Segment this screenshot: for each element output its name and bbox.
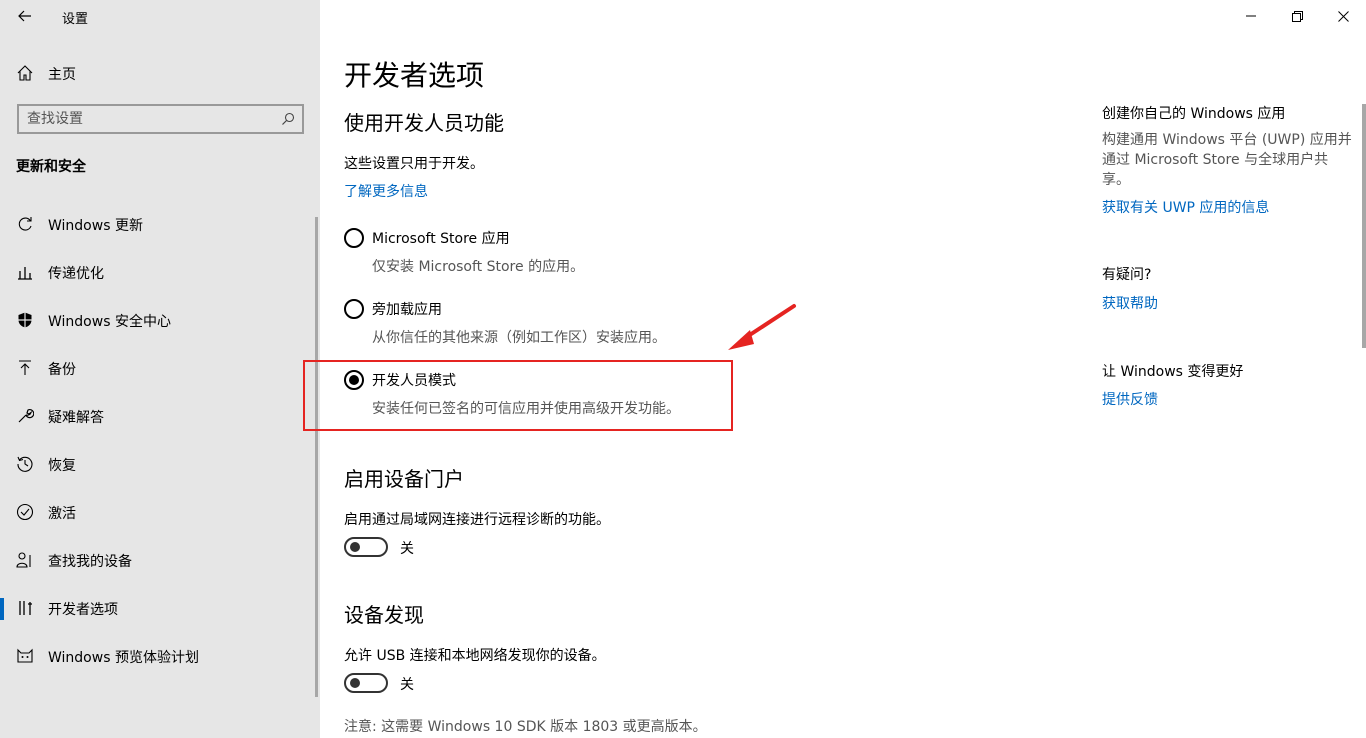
shield-icon — [18, 312, 32, 328]
give-feedback-link[interactable]: 提供反馈 — [1102, 389, 1158, 409]
annotation-arrow-icon — [728, 304, 796, 350]
radio-button[interactable] — [344, 299, 364, 319]
sidebar-item-label: Windows 更新 — [48, 218, 143, 234]
toggle-knob — [350, 678, 360, 688]
main-scrollbar[interactable] — [1362, 104, 1366, 348]
sidebar-item-activation[interactable]: 激活 — [0, 488, 320, 536]
back-button[interactable] — [12, 4, 38, 28]
radio-label: 旁加载应用 — [372, 302, 442, 318]
delivery-optimization-icon — [18, 267, 32, 280]
sidebar-scrollbar[interactable] — [315, 217, 318, 697]
checkmark-circle-icon — [16, 503, 34, 521]
create-apps-text: 构建通用 Windows 平台 (UWP) 应用并通过 Microsoft St… — [1102, 132, 1352, 188]
get-help-link[interactable]: 获取帮助 — [1102, 293, 1158, 313]
history-icon — [17, 456, 33, 472]
device-portal-description: 启用通过局域网连接进行远程诊断的功能。 — [344, 512, 610, 528]
section-title: 更新和安全 — [16, 159, 86, 175]
device-portal-toggle-row: 关 — [344, 537, 544, 559]
sidebar-item-backup[interactable]: 备份 — [0, 344, 320, 392]
device-discovery-description: 允许 USB 连接和本地网络发现你的设备。 — [344, 648, 606, 664]
device-discovery-toggle[interactable] — [344, 673, 388, 693]
sidebar-item-label: 开发者选项 — [48, 602, 118, 618]
sidebar-item-label: 查找我的设备 — [48, 554, 132, 570]
back-arrow-icon — [18, 10, 31, 22]
sdk-note: 注意: 这需要 Windows 10 SDK 版本 1803 或更高版本。 — [344, 719, 707, 735]
toggle-state-label: 关 — [400, 541, 414, 557]
sidebar-item-troubleshoot[interactable]: 疑难解答 — [0, 392, 320, 440]
device-discovery-heading: 设备发现 — [344, 603, 424, 627]
question-heading: 有疑问? — [1102, 267, 1152, 283]
sidebar-item-delivery-optimization[interactable]: 传递优化 — [0, 248, 320, 296]
feedback-heading: 让 Windows 变得更好 — [1102, 364, 1244, 380]
active-indicator — [0, 598, 4, 620]
sidebar-item-home-label: 主页 — [48, 67, 76, 83]
create-apps-heading: 创建你自己的 Windows 应用 — [1102, 106, 1286, 122]
device-discovery-toggle-row: 关 — [344, 673, 544, 695]
sidebar-item-security-center[interactable]: Windows 安全中心 — [0, 296, 320, 344]
search-icon[interactable] — [281, 112, 295, 126]
dev-features-heading: 使用开发人员功能 — [344, 111, 504, 135]
annotation-highlight-box — [303, 360, 733, 431]
nav-list: Windows 更新 传递优化 Windows 安全中心 备份 疑难解答 恢复 — [0, 200, 320, 680]
main-content: 开发者选项 使用开发人员功能 这些设置只用于开发。 了解更多信息 Microso… — [303, 0, 1366, 738]
sidebar-item-label: 激活 — [48, 506, 76, 522]
sidebar-item-label: 疑难解答 — [48, 410, 104, 426]
sidebar-item-label: 备份 — [48, 362, 76, 378]
radio-button[interactable] — [344, 228, 364, 248]
uwp-info-link[interactable]: 获取有关 UWP 应用的信息 — [1102, 197, 1269, 217]
dev-features-description: 这些设置只用于开发。 — [344, 156, 484, 172]
wrench-icon — [18, 409, 34, 423]
app-title: 设置 — [62, 12, 89, 27]
sidebar-item-label: 传递优化 — [48, 266, 104, 282]
radio-label: Microsoft Store 应用 — [372, 231, 510, 247]
device-portal-heading: 启用设备门户 — [344, 467, 464, 491]
settings-window: 设置 主页 更新和安全 Windows 更新 传递优化 Windows 安全中心 — [0, 0, 1366, 738]
sidebar-item-windows-update[interactable]: Windows 更新 — [0, 200, 320, 248]
toggle-state-label: 关 — [400, 677, 414, 693]
developer-tools-icon — [19, 601, 32, 615]
radio-option-sideload-apps[interactable]: 旁加载应用 从你信任的其他来源（例如工作区）安装应用。 — [344, 296, 724, 352]
radio-option-store-apps[interactable]: Microsoft Store 应用 仅安装 Microsoft Store 的… — [344, 225, 724, 281]
device-portal-toggle[interactable] — [344, 537, 388, 557]
sidebar-item-developer-options[interactable]: 开发者选项 — [0, 584, 320, 632]
sidebar-item-label: Windows 安全中心 — [48, 314, 171, 330]
search-box[interactable] — [17, 104, 304, 134]
backup-arrow-icon — [19, 360, 31, 375]
home-icon — [17, 65, 33, 81]
radio-description: 从你信任的其他来源（例如工作区）安装应用。 — [372, 330, 666, 346]
sidebar-item-label: 恢复 — [48, 458, 76, 474]
insider-cat-icon — [17, 648, 33, 663]
person-pin-icon — [16, 552, 31, 568]
sidebar-item-home[interactable]: 主页 — [0, 60, 320, 86]
search-input[interactable] — [27, 110, 267, 128]
radio-description: 仅安装 Microsoft Store 的应用。 — [372, 259, 585, 275]
sidebar-item-insider-program[interactable]: Windows 预览体验计划 — [0, 632, 320, 680]
sidebar-item-find-my-device[interactable]: 查找我的设备 — [0, 536, 320, 584]
learn-more-link[interactable]: 了解更多信息 — [344, 181, 428, 201]
sidebar-item-recovery[interactable]: 恢复 — [0, 440, 320, 488]
refresh-icon — [18, 217, 32, 231]
page-title: 开发者选项 — [344, 59, 485, 92]
sidebar: 设置 主页 更新和安全 Windows 更新 传递优化 Windows 安全中心 — [0, 0, 320, 738]
toggle-knob — [350, 542, 360, 552]
sidebar-item-label: Windows 预览体验计划 — [48, 650, 199, 666]
